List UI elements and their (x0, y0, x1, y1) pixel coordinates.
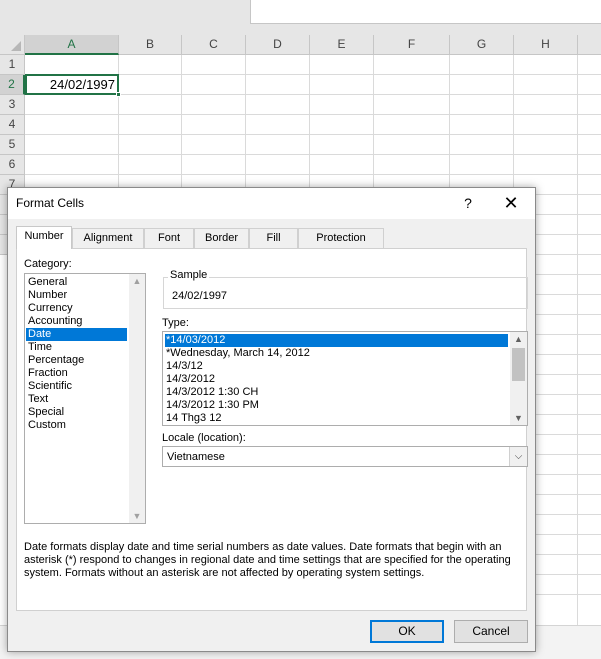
category-item-percentage[interactable]: Percentage (26, 354, 127, 367)
category-item-scientific[interactable]: Scientific (26, 380, 127, 393)
formula-bar[interactable] (250, 0, 601, 24)
category-item-custom[interactable]: Custom (26, 419, 127, 432)
category-item-number[interactable]: Number (26, 289, 127, 302)
column-header-f[interactable]: F (374, 35, 450, 55)
tab-protection[interactable]: Protection (298, 228, 384, 248)
sample-label: Sample (168, 269, 210, 281)
dialog-title: Format Cells (16, 196, 85, 210)
category-item-accounting[interactable]: Accounting (26, 315, 127, 328)
category-scrollbar[interactable]: ▲ ▼ (129, 274, 145, 523)
column-header-partial[interactable] (578, 35, 601, 55)
row-header-1[interactable]: 1 (0, 55, 25, 75)
column-header-d[interactable]: D (246, 35, 310, 55)
gridline (25, 174, 601, 175)
gridline (25, 134, 601, 135)
chevron-down-icon[interactable]: ⌵ (509, 447, 527, 466)
format-description: Date formats display date and time seria… (24, 541, 511, 579)
scroll-up-icon[interactable]: ▲ (129, 274, 145, 288)
category-item-text[interactable]: Text (26, 393, 127, 406)
column-header-a[interactable]: A (25, 35, 119, 55)
type-label: Type: (162, 317, 189, 329)
dialog-titlebar[interactable]: Format Cells ? ✕ (8, 188, 535, 219)
row-header-6[interactable]: 6 (0, 155, 25, 175)
category-item-special[interactable]: Special (26, 406, 127, 419)
gridline (25, 154, 601, 155)
category-item-date[interactable]: Date (26, 328, 127, 341)
locale-select[interactable]: Vietnamese ⌵ (162, 446, 528, 467)
type-scrollbar[interactable]: ▲ ▼ (510, 332, 527, 425)
scroll-up-icon[interactable]: ▲ (510, 332, 527, 346)
row-header-2[interactable]: 2 (0, 75, 25, 95)
type-item[interactable]: 14/3/2012 1:30 PM (165, 399, 508, 412)
gridline (25, 114, 601, 115)
category-item-currency[interactable]: Currency (26, 302, 127, 315)
question-mark-icon[interactable]: ? (455, 191, 481, 215)
scroll-down-icon[interactable]: ▼ (510, 411, 527, 425)
sample-value: 24/02/1997 (172, 290, 228, 302)
category-item-fraction[interactable]: Fraction (26, 367, 127, 380)
cell-a2[interactable]: 24/02/1997 (25, 74, 121, 97)
tab-border[interactable]: Border (194, 228, 249, 248)
format-cells-dialog: Format Cells ? ✕ Number Alignment Font B… (7, 187, 536, 652)
select-all-corner[interactable] (0, 35, 25, 55)
cell-a2-value: 24/02/1997 (49, 77, 115, 92)
ribbon-area (0, 0, 601, 35)
type-item[interactable]: *14/03/2012 (165, 334, 508, 347)
type-item[interactable]: 14 Thg3 12 (165, 412, 508, 425)
type-list[interactable]: *14/03/2012 *Wednesday, March 14, 2012 1… (162, 331, 528, 426)
close-icon[interactable]: ✕ (496, 191, 526, 215)
column-header-c[interactable]: C (182, 35, 246, 55)
fill-handle[interactable] (116, 92, 121, 97)
select-all-triangle-icon (11, 41, 21, 51)
tab-alignment[interactable]: Alignment (72, 228, 144, 248)
column-header-h[interactable]: H (514, 35, 578, 55)
column-header-b[interactable]: B (119, 35, 182, 55)
ok-button[interactable]: OK (370, 620, 444, 643)
row-header-5[interactable]: 5 (0, 135, 25, 155)
type-item[interactable]: 14/3/2012 (165, 373, 508, 386)
scroll-thumb[interactable] (512, 348, 525, 381)
row-header-3[interactable]: 3 (0, 95, 25, 115)
category-item-general[interactable]: General (26, 276, 127, 289)
locale-value: Vietnamese (167, 451, 225, 463)
category-list[interactable]: General Number Currency Accounting Date … (24, 273, 146, 524)
locale-label: Locale (location): (162, 432, 246, 444)
gridline (577, 55, 578, 625)
column-header-g[interactable]: G (450, 35, 514, 55)
category-label: Category: (24, 258, 72, 270)
category-item-time[interactable]: Time (26, 341, 127, 354)
tab-font[interactable]: Font (144, 228, 194, 248)
cancel-button[interactable]: Cancel (454, 620, 528, 643)
row-header-4[interactable]: 4 (0, 115, 25, 135)
type-item[interactable]: *Wednesday, March 14, 2012 (165, 347, 508, 360)
type-item[interactable]: 14/3/12 (165, 360, 508, 373)
column-header-e[interactable]: E (310, 35, 374, 55)
type-item[interactable]: 14/3/2012 1:30 CH (165, 386, 508, 399)
number-tab-panel: Category: General Number Currency Accoun… (16, 248, 528, 611)
scroll-down-icon[interactable]: ▼ (129, 509, 145, 523)
tab-number[interactable]: Number (16, 226, 72, 249)
tab-fill[interactable]: Fill (249, 228, 298, 248)
sample-group: Sample 24/02/1997 (163, 269, 528, 309)
